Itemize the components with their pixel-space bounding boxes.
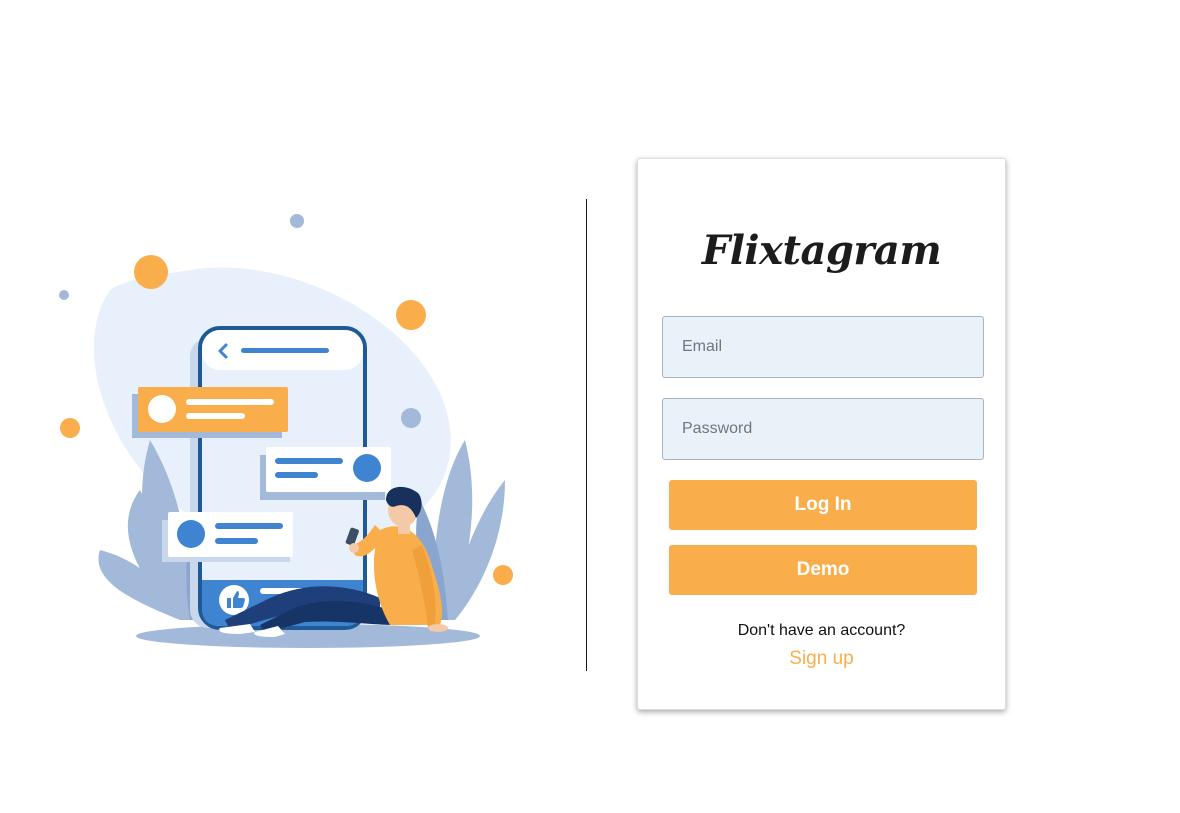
password-input[interactable]	[662, 398, 984, 460]
login-card: Flixtagram Log In Demo Don't have an acc…	[637, 158, 1006, 710]
dot	[60, 418, 80, 438]
app-logo: Flixtagram	[701, 227, 942, 274]
dot	[493, 565, 513, 585]
dot	[290, 214, 304, 228]
dot	[59, 290, 69, 300]
signup-link[interactable]: Sign up	[638, 648, 1005, 670]
vertical-divider	[586, 199, 587, 671]
dot	[396, 300, 426, 330]
dot	[134, 255, 168, 289]
social-media-illustration	[59, 214, 513, 648]
no-account-text: Don't have an account?	[737, 622, 906, 639]
dot	[401, 408, 421, 428]
login-button[interactable]: Log In	[669, 480, 977, 530]
demo-button[interactable]: Demo	[669, 545, 977, 595]
email-input[interactable]	[662, 316, 984, 378]
login-page: Flixtagram Log In Demo Don't have an acc…	[0, 0, 1180, 813]
